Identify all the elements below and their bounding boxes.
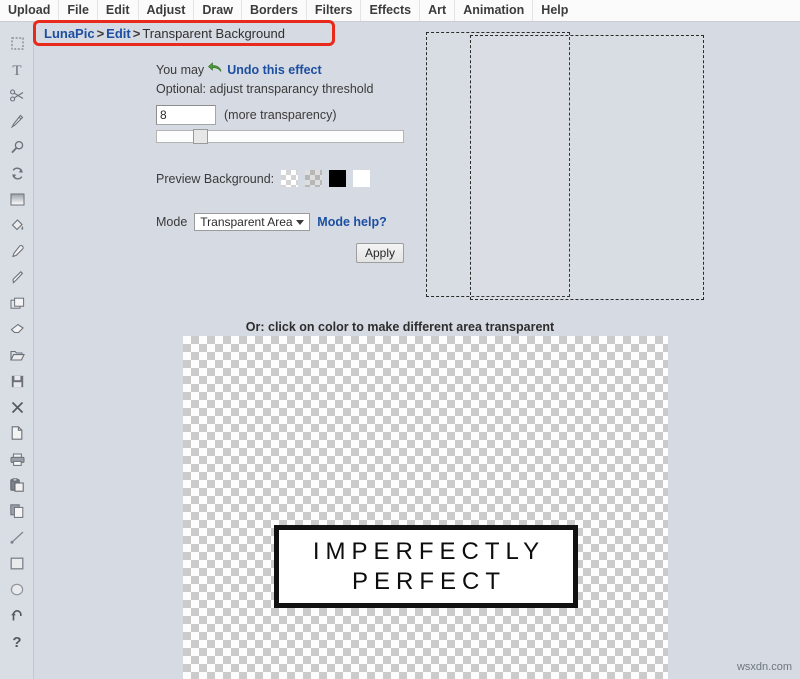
save-icon[interactable]: [0, 368, 34, 394]
undo-prefix-label: You may: [156, 63, 205, 77]
text-icon[interactable]: T: [0, 56, 34, 82]
watermark: wsxdn.com: [736, 661, 792, 673]
breadcrumb-edit-link[interactable]: Edit: [106, 26, 131, 41]
folder-open-icon[interactable]: [0, 342, 34, 368]
mode-select-value: Transparent Area: [200, 215, 293, 229]
menu-effects[interactable]: Effects: [361, 0, 421, 21]
scissors-icon[interactable]: [0, 82, 34, 108]
menu-filters[interactable]: Filters: [307, 0, 362, 21]
swatch-checker-light[interactable]: [281, 170, 299, 187]
undo-arrow-icon: [208, 62, 223, 79]
rectangle-icon[interactable]: [0, 550, 34, 576]
close-icon[interactable]: [0, 394, 34, 420]
svg-text:?: ?: [12, 634, 21, 649]
swatch-checker-gray[interactable]: [305, 170, 323, 187]
undo-row: You may Undo this effect: [156, 62, 416, 79]
image-canvas[interactable]: IMPERFECTLY PERFECT: [183, 336, 668, 679]
line-icon[interactable]: [0, 524, 34, 550]
undo-this-effect-link[interactable]: Undo this effect: [227, 62, 321, 79]
breadcrumb-separator-2: >: [132, 26, 141, 41]
ellipse-icon[interactable]: [0, 576, 34, 602]
breadcrumb-root-link[interactable]: LunaPic: [44, 26, 95, 41]
paintbrush-icon[interactable]: [0, 264, 34, 290]
tool-sidebar: T ?: [0, 22, 34, 679]
breadcrumb: LunaPic > Edit > Transparent Background: [44, 26, 285, 41]
menu-draw[interactable]: Draw: [194, 0, 242, 21]
layers-icon[interactable]: [0, 290, 34, 316]
help-icon[interactable]: ?: [0, 628, 34, 654]
pencil-icon[interactable]: [0, 108, 34, 134]
menu-help[interactable]: Help: [533, 0, 576, 21]
mode-row: Mode Transparent Area Mode help?: [156, 213, 416, 231]
copy-icon[interactable]: [0, 498, 34, 524]
apply-row: Apply: [156, 243, 404, 263]
menu-animation[interactable]: Animation: [455, 0, 534, 21]
transparency-threshold-input[interactable]: [156, 105, 216, 125]
gradient-icon[interactable]: [0, 186, 34, 212]
menu-borders[interactable]: Borders: [242, 0, 307, 21]
paint-bucket-icon[interactable]: [0, 212, 34, 238]
preview-background-label: Preview Background:: [156, 171, 275, 186]
undo-icon[interactable]: [0, 602, 34, 628]
preview-background-row: Preview Background:: [156, 170, 416, 187]
selection-rect-right: [470, 35, 704, 300]
transparency-settings-panel: You may Undo this effect Optional: adjus…: [156, 62, 416, 263]
sign-line-1: IMPERFECTLY: [312, 537, 546, 565]
breadcrumb-separator-1: >: [96, 26, 105, 41]
paste-icon[interactable]: [0, 472, 34, 498]
marquee-select-icon[interactable]: [0, 30, 34, 56]
mode-label: Mode: [156, 215, 188, 229]
apply-button[interactable]: Apply: [355, 243, 404, 263]
eyedropper-icon[interactable]: [0, 238, 34, 264]
threshold-row: (more transparency): [156, 105, 416, 125]
slider-thumb[interactable]: [193, 129, 208, 144]
transparency-threshold-slider[interactable]: [156, 129, 404, 144]
rotate-icon[interactable]: [0, 160, 34, 186]
threshold-hint-label: (more transparency): [224, 108, 337, 122]
chevron-down-icon: [296, 220, 305, 225]
mode-select[interactable]: Transparent Area: [194, 213, 311, 231]
new-document-icon[interactable]: [0, 420, 34, 446]
menu-file[interactable]: File: [59, 0, 98, 21]
breadcrumb-current: Transparent Background: [142, 26, 285, 41]
magnifier-icon[interactable]: [0, 134, 34, 160]
optional-threshold-label: Optional: adjust transparancy threshold: [156, 82, 374, 96]
canvas-caption: Or: click on color to make different are…: [245, 320, 555, 334]
swatch-white[interactable]: [353, 170, 371, 187]
svg-text:T: T: [12, 63, 21, 77]
menu-edit[interactable]: Edit: [98, 0, 139, 21]
sign-line-2: PERFECT: [351, 567, 506, 595]
sign-image: IMPERFECTLY PERFECT: [274, 525, 578, 608]
swatch-black[interactable]: [329, 170, 347, 187]
menu-upload[interactable]: Upload: [0, 0, 60, 21]
menu-adjust[interactable]: Adjust: [139, 0, 195, 21]
print-icon[interactable]: [0, 446, 34, 472]
menu-bar: Upload File Edit Adjust Draw Borders Fil…: [0, 0, 800, 22]
selection-preview: [426, 32, 704, 300]
menu-art[interactable]: Art: [420, 0, 456, 21]
mode-help-link[interactable]: Mode help?: [317, 215, 386, 229]
